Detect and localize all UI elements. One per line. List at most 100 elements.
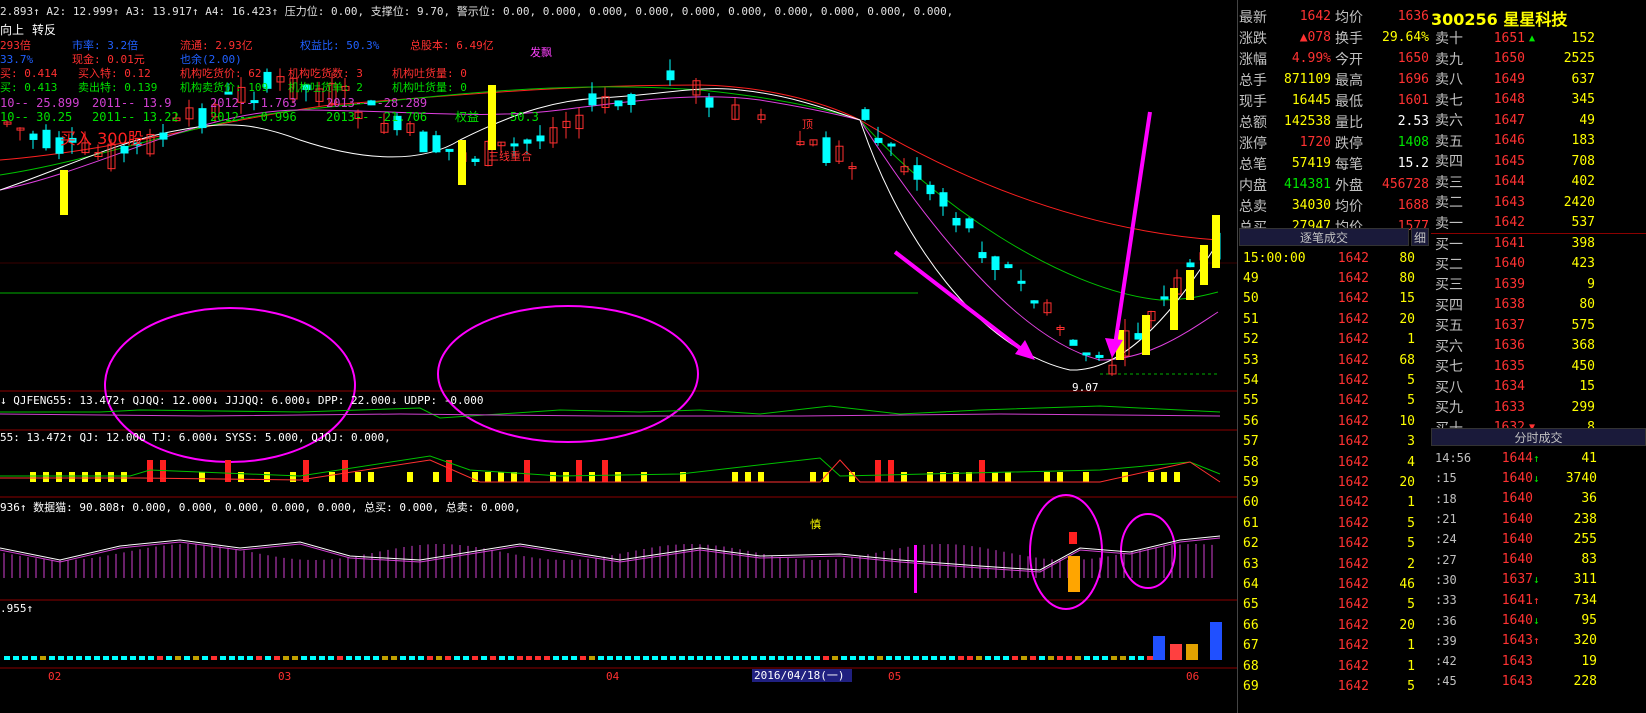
indicator2-bar — [979, 460, 985, 482]
tick-row[interactable]: 61 1642 5 — [1239, 513, 1425, 533]
candle-up — [471, 158, 480, 163]
inst-out-label: 机构吐货量: 0 — [392, 67, 467, 80]
tick-time: 54 — [1243, 373, 1259, 389]
tick-row[interactable]: 49 1642 80 — [1239, 268, 1425, 288]
order-book-row[interactable]: 卖七 1648 345 — [1431, 90, 1646, 111]
indicator4-bar — [409, 656, 415, 660]
order-book-row[interactable]: 卖八 1649 637 — [1431, 69, 1646, 90]
indicator4-bar — [814, 656, 820, 660]
fenshi-time: :21 — [1435, 512, 1457, 527]
tick-row[interactable]: 56 1642 10 — [1239, 411, 1425, 431]
tick-row[interactable]: 59 1642 20 — [1239, 472, 1425, 492]
kline-chart-canvas[interactable] — [0, 0, 1238, 713]
fenshi-price: 1643 — [1501, 633, 1533, 649]
order-book-row[interactable]: 卖九 1650 2525 — [1431, 49, 1646, 70]
order-book-row[interactable]: 卖三 1644 402 — [1431, 172, 1646, 193]
tick-row[interactable]: 15:00:00 1642 80 — [1239, 248, 1425, 268]
order-book-row[interactable]: 卖四 1645 708 — [1431, 151, 1646, 172]
order-book-volume: 299 — [1571, 399, 1595, 415]
tick-row[interactable]: 62 1642 5 — [1239, 533, 1425, 553]
quote-value: 414381 — [1284, 177, 1331, 192]
indicator4-bar — [616, 656, 622, 660]
fenshi-row[interactable]: :24 1640 255 — [1431, 529, 1646, 549]
indicator4-bar — [22, 656, 28, 660]
tick-row[interactable]: 55 1642 5 — [1239, 391, 1425, 411]
order-book-row[interactable]: 卖一 1642 537 — [1431, 213, 1646, 234]
stock-header[interactable]: 300256 星星科技 — [1431, 6, 1646, 29]
fenshi-row[interactable]: :15 1640 ↓ 3740 — [1431, 468, 1646, 488]
tick-row[interactable]: 53 1642 68 — [1239, 350, 1425, 370]
kline-chart-area[interactable]: 2.893↑ A2: 12.999↑ A3: 13.917↑ A4: 16.42… — [0, 0, 1238, 713]
order-book-row[interactable]: 买一 1641 398 — [1431, 233, 1646, 254]
indicator2-bar — [576, 460, 582, 482]
quote-label: 最低 — [1335, 93, 1363, 110]
fenshi-row[interactable]: :45 1643 228 — [1431, 671, 1646, 691]
order-book-row[interactable]: 卖十 1651 ▲ 152 — [1431, 28, 1646, 49]
indicator4-bar — [733, 656, 739, 660]
fenshi-row[interactable]: 14:56 1644 ↑ 41 — [1431, 448, 1646, 468]
tick-row[interactable]: 52 1642 1 — [1239, 330, 1425, 350]
indicator2-bar — [901, 472, 907, 482]
tick-row[interactable]: 67 1642 1 — [1239, 635, 1425, 655]
order-book-row[interactable]: 买六 1636 368 — [1431, 336, 1646, 357]
fenshi-time: :24 — [1435, 532, 1457, 547]
fenshi-price: 1637 — [1501, 572, 1533, 588]
order-book-row[interactable]: 买七 1635 450 — [1431, 356, 1646, 377]
fenshi-row[interactable]: :27 1640 83 — [1431, 549, 1646, 569]
tick-detail-tab[interactable]: 细 — [1411, 228, 1429, 246]
tick-row[interactable]: 66 1642 20 — [1239, 615, 1425, 635]
tick-row[interactable]: 58 1642 4 — [1239, 452, 1425, 472]
tick-volume: 2 — [1407, 556, 1415, 572]
order-book-row[interactable]: 买二 1640 423 — [1431, 254, 1646, 275]
fenshi-row[interactable]: :18 1640 36 — [1431, 489, 1646, 509]
indicator2-bar — [602, 460, 608, 482]
tick-price: 1642 — [1337, 393, 1369, 409]
tick-row[interactable]: 57 1642 3 — [1239, 432, 1425, 452]
order-book-row[interactable]: 买三 1639 9 — [1431, 274, 1646, 295]
indicator4-bar — [706, 656, 712, 660]
tick-row[interactable]: 54 1642 5 — [1239, 370, 1425, 390]
quote-value: 15.2 — [1397, 156, 1429, 171]
indicator2-bar — [30, 472, 36, 482]
fenshi-row[interactable]: :36 1640 ↓ 95 — [1431, 610, 1646, 630]
tick-volume: 80 — [1399, 250, 1415, 266]
tick-row[interactable]: 69 1642 5 — [1239, 676, 1425, 696]
order-book-row[interactable]: 买八 1634 15 — [1431, 377, 1646, 398]
indicator2-bar — [1174, 472, 1180, 482]
tick-header[interactable]: 逐笔成交 — [1239, 228, 1409, 246]
tick-row[interactable]: 50 1642 15 — [1239, 289, 1425, 309]
tick-row[interactable]: 65 1642 5 — [1239, 595, 1425, 615]
tick-volume: 20 — [1399, 474, 1415, 490]
order-book-level: 卖一 — [1435, 215, 1463, 232]
order-book-row[interactable]: 卖二 1643 2420 — [1431, 192, 1646, 213]
quote-value: 1601 — [1397, 93, 1429, 108]
indicator4-bar — [544, 656, 550, 660]
order-book-row[interactable]: 买四 1638 80 — [1431, 295, 1646, 316]
fenshi-row[interactable]: :42 1643 19 — [1431, 651, 1646, 671]
fenshi-row[interactable]: :39 1643 ↑ 320 — [1431, 631, 1646, 651]
indicator4-bar — [283, 656, 289, 660]
order-book-row[interactable]: 卖六 1647 49 — [1431, 110, 1646, 131]
tick-row[interactable]: 63 1642 2 — [1239, 554, 1425, 574]
indicator4-bar — [796, 656, 802, 660]
order-book-row[interactable]: 买五 1637 575 — [1431, 315, 1646, 336]
fenshi-header[interactable]: 分时成交 — [1431, 428, 1646, 446]
tick-row[interactable]: 68 1642 1 — [1239, 656, 1425, 676]
tick-row[interactable]: 64 1642 46 — [1239, 574, 1425, 594]
candle-up — [978, 252, 987, 259]
fenshi-row[interactable]: :30 1637 ↓ 311 — [1431, 570, 1646, 590]
order-book-row[interactable]: 卖五 1646 183 — [1431, 131, 1646, 152]
tick-table[interactable]: 15:00:00 1642 80 49 1642 80 50 1642 15 51 1642 20 52… — [1239, 248, 1425, 697]
fenshi-table[interactable]: 14:56 1644 ↑ 41:15 1640 ↓ 3740:18 1640 36:21 1640… — [1431, 448, 1646, 692]
quote-value: ▲078 — [1299, 30, 1331, 45]
change-arrow-icon: ↑ — [1533, 634, 1540, 648]
fenshi-row[interactable]: :33 1641 ↑ 734 — [1431, 590, 1646, 610]
indicator4-bar — [445, 656, 451, 660]
order-book-level: 卖八 — [1435, 72, 1463, 89]
candle-up — [445, 148, 454, 152]
tick-row[interactable]: 60 1642 1 — [1239, 493, 1425, 513]
tick-row[interactable]: 51 1642 20 — [1239, 309, 1425, 329]
fenshi-row[interactable]: :21 1640 238 — [1431, 509, 1646, 529]
order-book-volume: 152 — [1571, 30, 1595, 46]
order-book-row[interactable]: 买九 1633 299 — [1431, 397, 1646, 418]
